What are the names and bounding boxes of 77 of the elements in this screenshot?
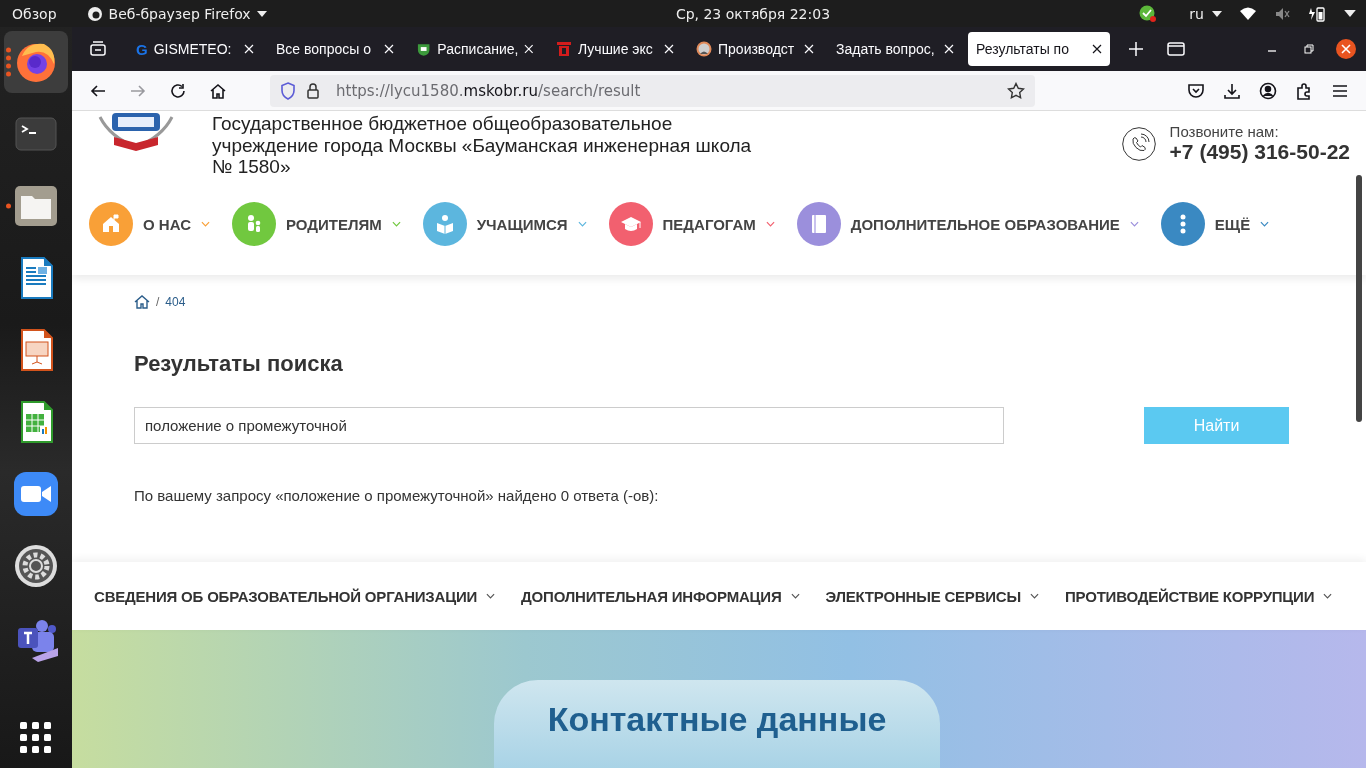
square-icon (556, 41, 572, 57)
activities-button[interactable]: Обзор (12, 5, 57, 22)
address-bar[interactable]: https://lycu1580.mskobr.ru/search/result (270, 74, 1035, 107)
call-label: Позвоните нам: (1169, 123, 1280, 140)
tab-list-icon[interactable] (89, 41, 107, 57)
home-icon[interactable] (134, 295, 150, 309)
menu-circle[interactable] (1160, 202, 1205, 246)
browser-tab[interactable]: G GISMETEO: (128, 32, 262, 66)
new-tab-icon[interactable] (1128, 41, 1144, 57)
reload-icon[interactable] (169, 81, 187, 100)
more-icon (1179, 214, 1186, 234)
chevron-icon (1260, 221, 1270, 227)
chevron-icon (1323, 593, 1333, 599)
close-window-icon[interactable] (1336, 39, 1356, 59)
breadcrumb-item: 404 (165, 295, 186, 309)
window-icon[interactable] (1167, 42, 1185, 56)
video-camera-icon[interactable] (12, 470, 60, 518)
keyboard-layout[interactable]: ru (1189, 5, 1204, 22)
chevron-icon (486, 593, 496, 599)
battery-icon[interactable] (1308, 5, 1326, 22)
contacts-heading: Контактные данные (547, 700, 887, 740)
menu-circle[interactable] (608, 202, 653, 246)
menu-link[interactable]: ЕЩЁ (1214, 215, 1251, 233)
app-grid-icon[interactable] (20, 722, 52, 754)
url-text: https://lycu1580.mskobr.ru/search/result (336, 81, 641, 100)
chevron-icon (1030, 593, 1039, 599)
home-icon[interactable] (209, 81, 227, 100)
clock[interactable]: Ср, 23 октября 22:03 (575, 5, 831, 22)
browser-tab[interactable]: Лучшие экс (548, 32, 682, 66)
caret-icon[interactable] (1344, 10, 1356, 17)
chevron-icon (765, 221, 775, 227)
caret-icon (1212, 10, 1222, 17)
phone-icon[interactable] (1121, 126, 1156, 161)
shield-icon[interactable] (280, 81, 296, 100)
result-text: По вашему запросу «положение о промежуточной» найдено 0 ответа (-ов): (134, 487, 660, 504)
app-menu[interactable]: Веб-браузер Firefox (108, 5, 251, 22)
chevron-icon (1129, 221, 1139, 227)
scrollbar-thumb[interactable] (1356, 175, 1362, 422)
footer-menu-link[interactable]: ДОПОЛНИТЕЛЬНАЯ ИНФОРМАЦИЯ (521, 587, 782, 605)
check-badge-icon[interactable] (1139, 4, 1158, 23)
bookmark-star-icon[interactable] (1007, 81, 1025, 100)
tab-favicon: G (136, 40, 148, 58)
breadcrumb-separator: / (156, 295, 160, 309)
chevron-icon (391, 221, 401, 227)
browser-tab[interactable]: Расписание, (408, 32, 542, 66)
menu-link[interactable]: ПЕДАГОГАМ (662, 215, 756, 233)
extensions-icon[interactable] (1295, 81, 1313, 100)
lock-icon[interactable] (306, 81, 320, 100)
browser-tab[interactable]: Все вопросы о (268, 32, 402, 66)
menu-link[interactable]: РОДИТЕЛЯМ (285, 215, 382, 233)
menu-link[interactable]: ДОПОЛНИТЕЛЬНОЕ ОБРАЗОВАНИЕ (850, 215, 1120, 233)
caret-icon (256, 10, 267, 17)
footer-menu-link[interactable]: СВЕДЕНИЯ ОБ ОБРАЗОВАТЕЛЬНОЙ ОРГАНИЗАЦИИ (94, 587, 478, 605)
chevron-icon (200, 221, 210, 227)
close-icon[interactable] (1092, 44, 1102, 54)
page-heading: Результаты поиска (134, 351, 344, 377)
browser-tab[interactable]: Результаты по (968, 32, 1110, 66)
menu-link[interactable]: О НАС (143, 215, 191, 233)
footer-menu-link[interactable]: ЭЛЕКТРОННЫЕ СЕРВИСЫ (825, 587, 1021, 605)
account-icon[interactable] (1259, 81, 1277, 100)
chevron-icon (790, 593, 800, 599)
emblem-icon (416, 41, 432, 57)
search-field[interactable]: положение о промежуточной (134, 407, 1004, 444)
browser-tab[interactable]: Производст (688, 32, 822, 66)
wifi-icon[interactable] (1240, 6, 1256, 21)
footer-menu-link[interactable]: ПРОТИВОДЕЙСТВИЕ КОРРУПЦИИ (1065, 587, 1315, 605)
download-icon[interactable] (1223, 81, 1241, 100)
browser-tab[interactable]: Задать вопрос, (828, 32, 962, 66)
gear-icon[interactable] (12, 542, 60, 590)
school-name: Государственное бюджетное общеобразовательное учреждение города Москвы «Бауманская инженерная школа № 1580» (212, 113, 753, 178)
chevron-icon (577, 221, 587, 227)
avatar-icon (696, 41, 712, 57)
menu-circle[interactable] (796, 202, 841, 246)
browser-icon (86, 5, 103, 22)
phone-number[interactable]: +7 (495) 316-50-22 (1169, 140, 1350, 164)
pocket-icon[interactable] (1187, 81, 1205, 100)
menu-link[interactable]: УЧАЩИМСЯ (476, 215, 568, 233)
